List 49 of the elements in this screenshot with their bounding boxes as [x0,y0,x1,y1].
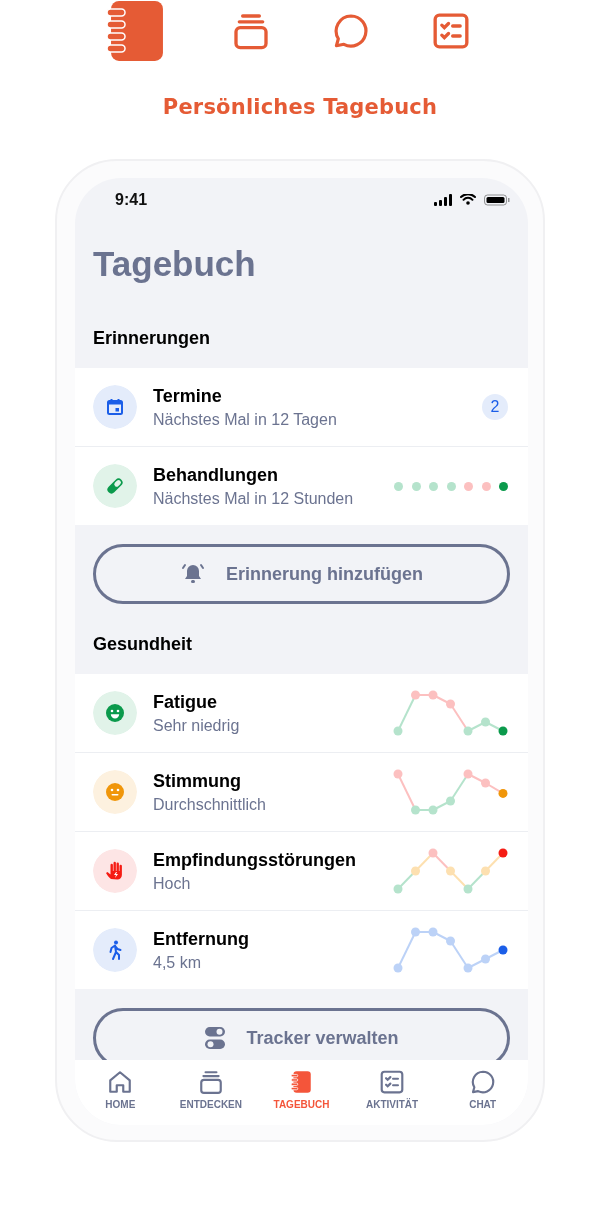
nav-tab[interactable]: TAGEBUCH [256,1060,347,1125]
bell-icon [180,562,206,586]
count-badge: 2 [482,394,508,420]
chat-icon[interactable] [469,1069,496,1095]
reminder-title: Behandlungen [153,464,279,486]
stack-icon[interactable] [197,1069,224,1095]
caption: Persönliches Tagebuch [161,95,439,119]
tracker-row[interactable]: Empfindungsstörungen Hoch [75,831,528,910]
tracker-row[interactable]: Stimmung Durchschnittlich [75,752,528,831]
status-time: 9:41 [115,191,148,209]
stack-icon[interactable] [231,11,271,51]
tracker-row[interactable]: Entfernung 4,5 km [75,910,528,989]
hand-icon [93,849,137,893]
chat-icon[interactable] [332,12,370,50]
reminder-subtitle: Nächstes Mal in 12 Stunden [153,489,355,508]
reminder-subtitle: Nächstes Mal in 12 Tagen [153,410,338,429]
tracker-row[interactable]: Fatigue Sehr niedrig [75,674,528,752]
wifi-icon [460,194,476,206]
toggle-icon [204,1026,227,1050]
checklist-icon[interactable] [379,1069,406,1095]
tracker-value: 4,5 km [153,953,202,972]
nav-tab[interactable]: CHAT [437,1060,528,1125]
checklist-icon[interactable] [431,11,471,51]
tracker-value: Durchschnittlich [153,795,267,814]
home-icon[interactable] [107,1069,134,1095]
signal-icon [434,194,452,206]
nav-tab[interactable]: AKTIVITÄT [346,1060,438,1125]
neutral-face-icon [93,770,137,814]
pill-icon [93,464,137,508]
tracker-title: Stimmung [153,770,242,792]
notebook-icon[interactable] [107,1,163,61]
section-heading: Gesundheit [92,634,193,655]
add-reminder-button[interactable]: Erinnerung hinzufügen [93,544,510,604]
smiley-icon [93,691,137,735]
reminder-row[interactable]: Behandlungen Nächstes Mal in 12 Stunden [75,446,528,525]
tracker-title: Fatigue [153,691,218,713]
nav-tab[interactable]: ENTDECKEN [165,1060,257,1125]
nav-tab[interactable]: HOME [75,1060,166,1125]
walking-person-icon [93,928,137,972]
reminder-row[interactable]: Termine Nächstes Mal in 12 Tagen 2 [75,368,528,446]
reminder-title: Termine [153,385,223,407]
tracker-title: Entfernung [153,928,250,950]
tracker-value: Sehr niedrig [153,716,241,735]
tracker-title: Empfindungsstörungen [153,849,357,871]
section-heading: Erinnerungen [92,328,211,349]
battery-icon [484,194,510,206]
calendar-icon [93,385,137,429]
page-title: Tagebuch [93,244,257,284]
tracker-value: Hoch [153,874,192,893]
